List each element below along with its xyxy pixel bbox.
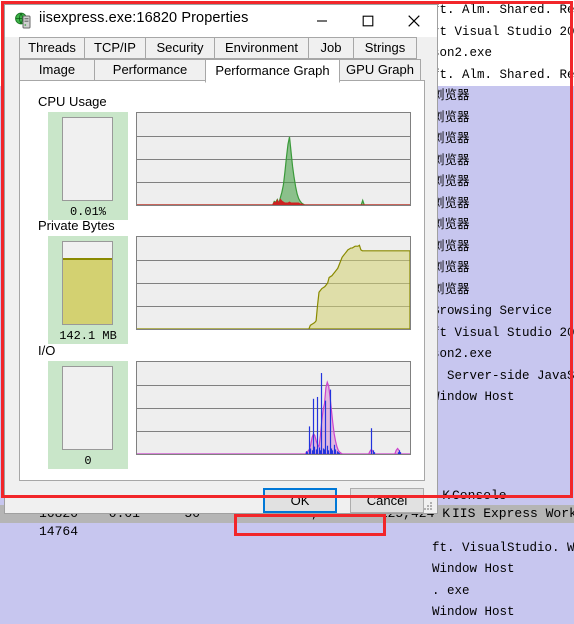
io-meter: 0 <box>48 361 128 469</box>
resize-grip[interactable] <box>422 499 434 511</box>
tab-tcp-ip[interactable]: TCP/IP <box>84 37 146 59</box>
table-cell: IIS Express Worker Process <box>452 506 574 521</box>
table-row[interactable]: 14764 <box>0 523 574 541</box>
minimize-button[interactable] <box>299 5 345 36</box>
cpu-meter-bar <box>62 117 113 201</box>
process-globe-icon <box>15 12 33 30</box>
maximize-button[interactable] <box>345 5 391 36</box>
label-io: I/O <box>38 343 56 358</box>
cpu-value: 0.01% <box>69 205 106 219</box>
process-list-row[interactable]: Window Host <box>0 559 574 581</box>
label-private-bytes: Private Bytes <box>38 218 115 233</box>
tab-performance[interactable]: Performance <box>94 59 206 81</box>
properties-dialog: iisexpress.exe:16820 Properties Threads T… <box>4 4 438 514</box>
table-cell: Console <box>452 488 507 503</box>
io-graph-canvas <box>137 373 410 454</box>
private-bytes-graph-canvas <box>137 244 410 329</box>
tab-strings[interactable]: Strings <box>353 37 417 59</box>
tab-performance-graph[interactable]: Performance Graph <box>205 59 340 83</box>
io-graph-series <box>137 380 410 454</box>
io-graph <box>136 361 411 455</box>
process-list-row[interactable]: . exe <box>0 580 574 602</box>
process-list-row[interactable]: Window Host <box>0 602 574 624</box>
private-bytes-graph <box>136 236 411 330</box>
dialog-title-bar: iisexpress.exe:16820 Properties <box>5 5 437 37</box>
private-bytes-meter: 142.1 MB <box>48 236 128 344</box>
dialog-title: iisexpress.exe:16820 Properties <box>39 10 249 26</box>
tab-threads[interactable]: Threads <box>19 37 85 59</box>
tab-job[interactable]: Job <box>308 37 354 59</box>
private-bytes-graph-series <box>137 244 410 329</box>
ok-button[interactable]: OK <box>263 488 337 513</box>
cpu-graph <box>136 112 411 206</box>
cancel-button[interactable]: Cancel <box>350 488 424 513</box>
tab-strip: Threads TCP/IP Security Environment Job Strin… <box>5 37 439 83</box>
performance-graph-panel: CPU Usage 0.01% Private Bytes 142.1 MB I… <box>19 80 425 481</box>
label-cpu-usage: CPU Usage <box>38 94 107 109</box>
tab-environment[interactable]: Environment <box>214 37 309 59</box>
private-bytes-meter-bar <box>62 241 113 325</box>
private-bytes-value: 142.1 MB <box>59 329 117 343</box>
close-button[interactable] <box>391 5 437 36</box>
io-value: 0 <box>84 454 92 468</box>
io-meter-bar <box>62 366 113 450</box>
cpu-meter: 0.01% <box>48 112 128 220</box>
table-cell: 14764 <box>38 524 78 539</box>
private-bytes-meter-fill <box>63 258 112 324</box>
cpu-graph-series <box>137 136 410 205</box>
tab-security[interactable]: Security <box>145 37 215 59</box>
tab-image[interactable]: Image <box>19 59 95 81</box>
tab-gpu-graph[interactable]: GPU Graph <box>339 59 421 81</box>
cpu-graph-canvas <box>137 136 410 205</box>
